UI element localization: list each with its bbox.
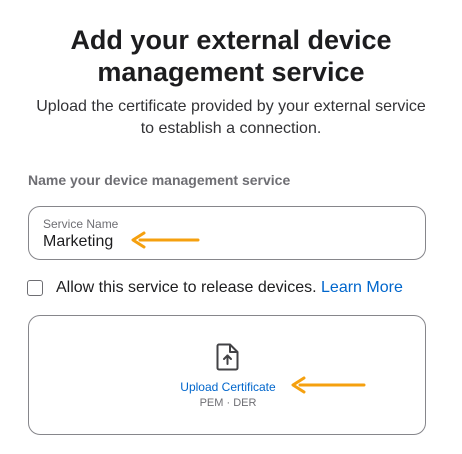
service-name-label: Service Name	[43, 217, 119, 231]
section-label: Name your device management service	[28, 172, 291, 188]
learn-more-link[interactable]: Learn More	[321, 279, 403, 296]
page-title: Add your external device management serv…	[70, 25, 392, 87]
file-upload-icon	[216, 343, 239, 371]
certificate-formats: PEM · DER	[199, 397, 257, 409]
page-subtitle: Upload the certificate provided by your …	[36, 98, 426, 137]
service-name-input[interactable]	[43, 233, 403, 251]
release-devices-text: Allow this service to release devices.	[56, 279, 317, 296]
annotation-arrow-icon	[291, 376, 366, 394]
service-name-field[interactable]: Service Name	[28, 206, 426, 260]
release-devices-checkbox[interactable]	[27, 280, 43, 296]
release-devices-label: Allow this service to release devices. L…	[56, 279, 403, 297]
annotation-arrow-icon	[131, 231, 200, 249]
